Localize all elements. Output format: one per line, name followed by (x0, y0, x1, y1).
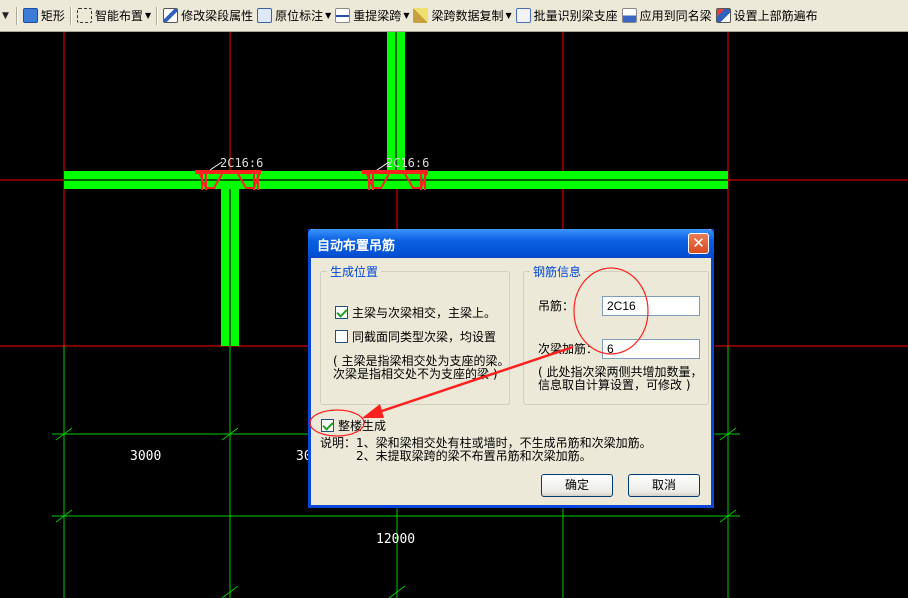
chevron-down-icon[interactable]: ▼ (145, 11, 151, 20)
toolbar-copy-span-data-button[interactable]: 梁跨数据复制 ▼ (411, 4, 513, 28)
toolbar-apply-same-name-button[interactable]: 应用到同名梁 (620, 4, 714, 28)
rebar-label: 2C16:6 (220, 156, 264, 170)
annotate-icon (257, 8, 273, 23)
chevron-down-icon[interactable]: ▼ (505, 11, 511, 20)
toolbar-separator (69, 6, 72, 25)
toolbar-re-extract-span-button[interactable]: 重提梁跨 ▼ (333, 4, 411, 28)
toolbar: ▼ 矩形 智能布置 ▼ 修改梁段属性 原位标注 ▼ 重提梁跨 ▼ 梁跨数据复制 … (0, 0, 908, 32)
same-section-option[interactable]: 同截面同类型次梁，均设置 (335, 328, 496, 345)
main-beam-intersection-option[interactable]: 主梁与次梁相交，主梁上。 (335, 304, 496, 321)
edit-properties-icon (163, 8, 179, 23)
checkbox[interactable] (335, 330, 348, 343)
brush-icon (413, 8, 429, 23)
toolbar-annotate-button[interactable]: 原位标注 ▼ (255, 4, 333, 28)
toolbar-separator (15, 6, 18, 25)
hanger-rebar-label: 吊筋： (538, 299, 575, 313)
auto-hanger-rebar-dialog: 自动布置吊筋 ✕ 生成位置 主梁与次梁相交，主梁上。 同截面同类型次梁，均设置 … (308, 229, 714, 508)
rebar-note: ( 此处指次梁两侧共增加数量， 信息取自计算设置，可修改 ) (538, 365, 703, 392)
smart-layout-icon (76, 8, 92, 23)
rebar-info-group: 钢筋信息 吊筋： 2C16 次梁加筋： 6 ( 此处指次梁两侧共增加数量， 信息… (523, 263, 709, 405)
toolbar-rectangle-button[interactable]: 矩形 (21, 4, 67, 28)
apply-same-icon (621, 8, 637, 23)
close-button[interactable]: ✕ (688, 233, 709, 254)
toolbar-edit-properties-button[interactable]: 修改梁段属性 (161, 4, 255, 28)
group-title: 生成位置 (327, 263, 382, 280)
checkbox[interactable] (335, 306, 348, 319)
dimension-label: 12000 (376, 532, 416, 547)
toolbar-set-top-rebar-button[interactable]: 设置上部筋遍布 (714, 4, 820, 28)
chevron-down-icon[interactable]: ▼ (403, 11, 409, 20)
rebar-label: 2C16:6 (386, 156, 430, 170)
remarks: 说明：1、梁和梁相交处有柱或墙时，不生成吊筋和次梁加筋。 2、未提取梁跨的梁不布… (320, 436, 652, 463)
identify-support-icon (515, 8, 531, 23)
cancel-button[interactable]: 取消 (628, 474, 700, 497)
toolbar-separator (156, 6, 159, 25)
dialog-title-bar[interactable]: 自动布置吊筋 ✕ (308, 229, 714, 258)
set-rebar-icon (715, 8, 731, 23)
secondary-beam-rebar-label: 次梁加筋： (538, 342, 599, 356)
dialog-title: 自动布置吊筋 (317, 239, 396, 254)
chevron-down-icon[interactable]: ▼ (325, 11, 331, 20)
group-title: 钢筋信息 (530, 263, 585, 280)
toolbar-identify-support-button[interactable]: 批量识别梁支座 (514, 4, 620, 28)
whole-building-option[interactable]: 整楼生成 (321, 417, 386, 434)
generate-position-group: 生成位置 主梁与次梁相交，主梁上。 同截面同类型次梁，均设置 ( 主梁是指梁相交… (320, 263, 510, 405)
toolbar-dropdown-arrow[interactable]: ▼ (2, 11, 9, 21)
toolbar-smart-layout-button[interactable]: 智能布置 ▼ (75, 4, 153, 28)
re-extract-span-icon (335, 8, 351, 23)
secondary-beam-rebar-input[interactable]: 6 (602, 339, 700, 359)
dimension-label: 3000 (130, 449, 162, 464)
checkbox[interactable] (321, 419, 334, 432)
position-note: ( 主梁是指梁相交处为支座的梁。 次梁是指相交处不为支座的梁 ) (333, 354, 510, 381)
ok-button[interactable]: 确定 (541, 474, 613, 497)
hanger-rebar-input[interactable]: 2C16 (602, 296, 700, 316)
rectangle-icon (22, 8, 38, 23)
